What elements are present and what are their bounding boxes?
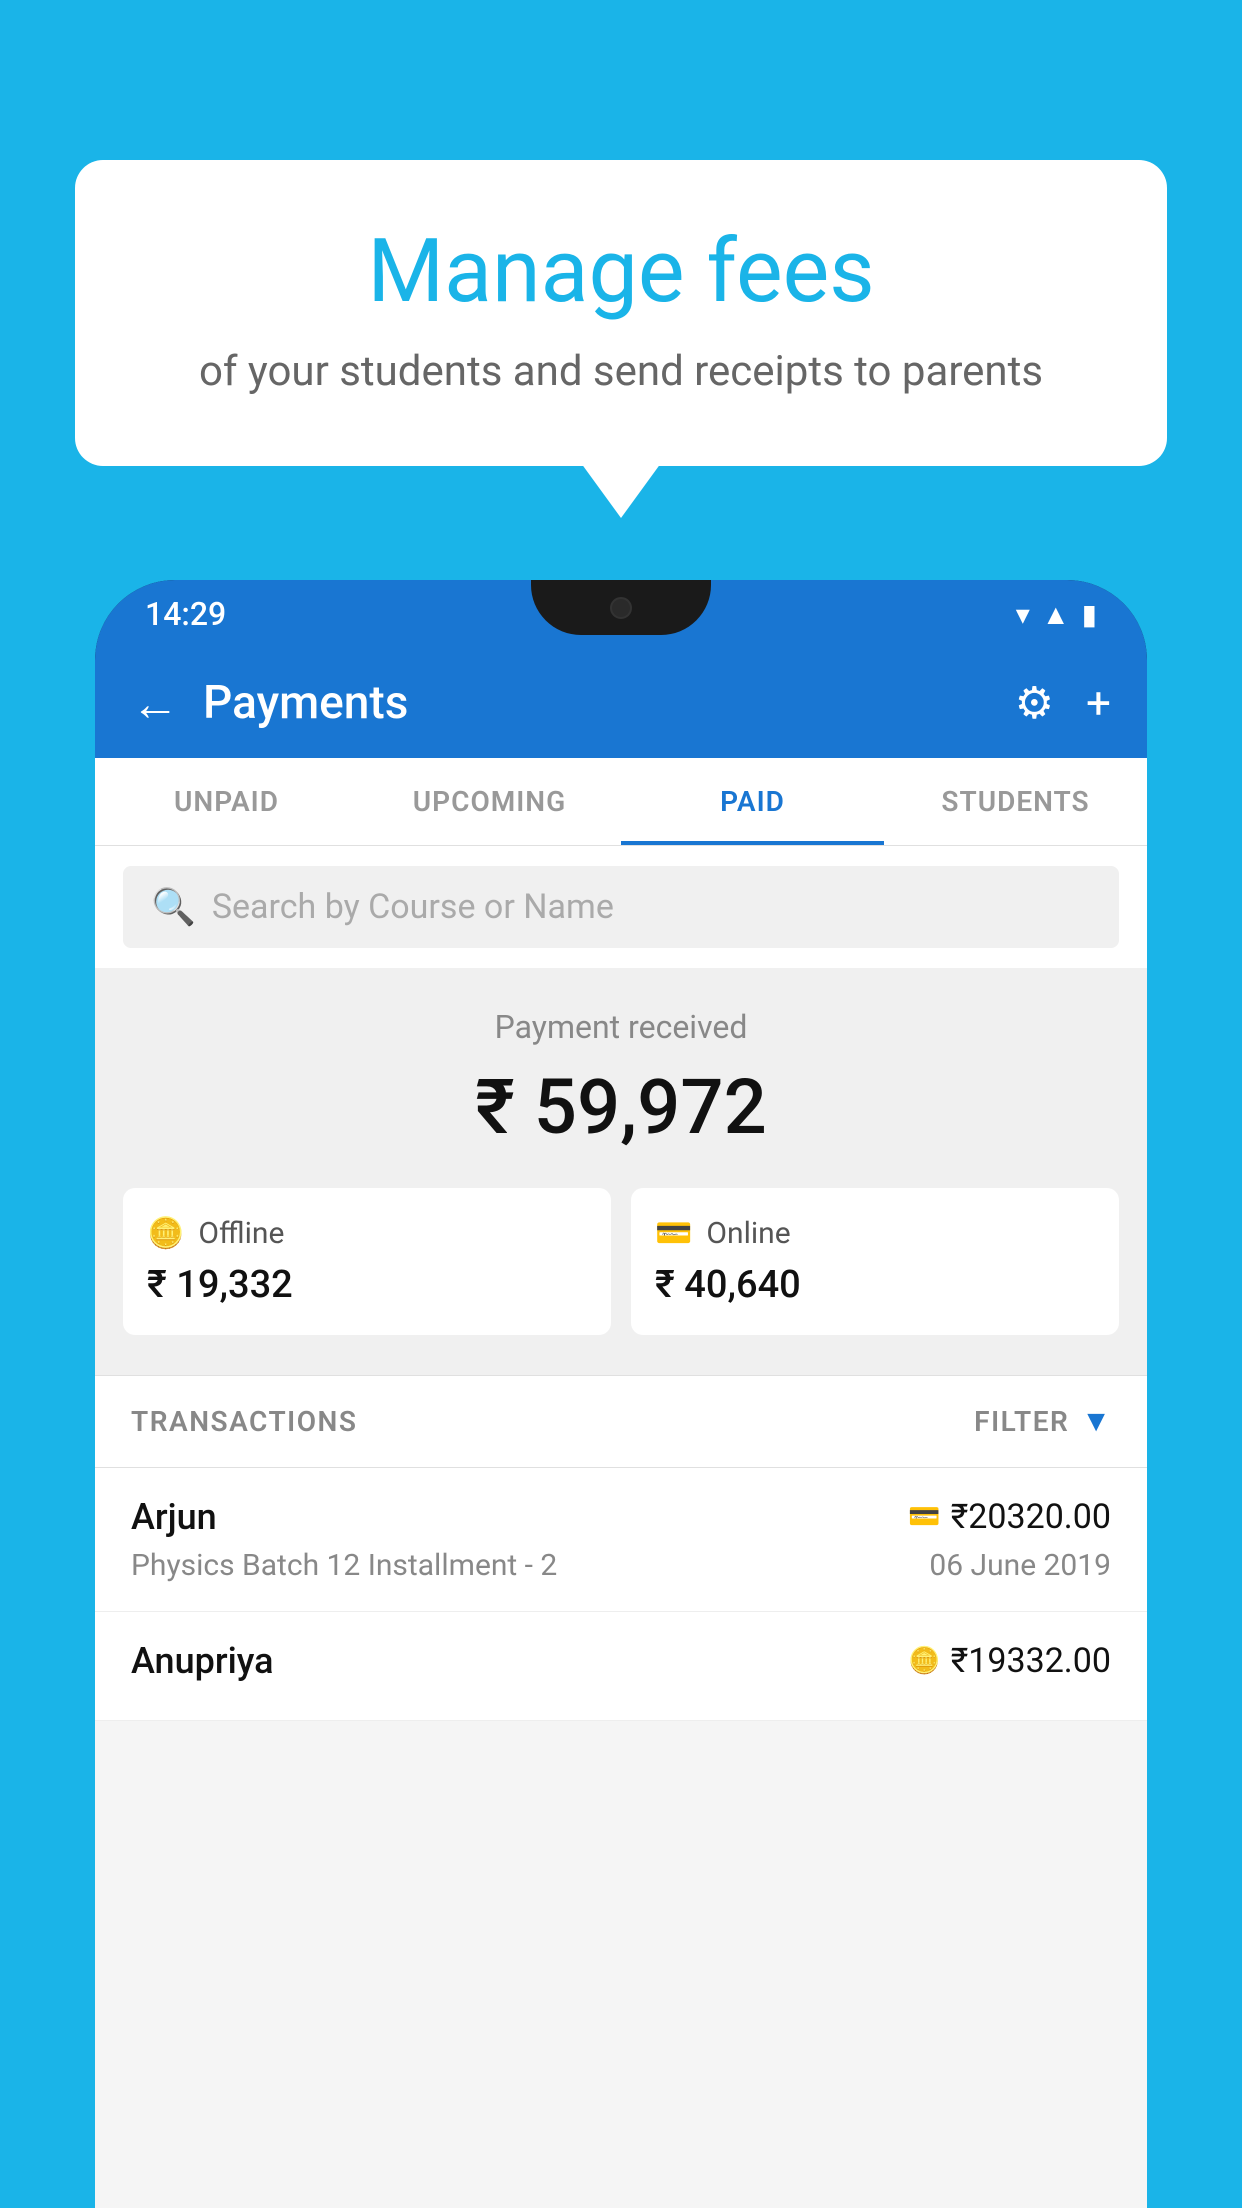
filter-icon: ▼ — [1081, 1404, 1111, 1439]
cash-icon: 🪙 — [908, 1646, 940, 1676]
app-bar-actions: ⚙ + — [1015, 677, 1111, 729]
offline-card-header: 🪙 Offline — [147, 1216, 284, 1251]
phone-frame: 14:29 ▾ ▲ ▮ ← Payments ⚙ + UNPAID UPCOMI… — [95, 580, 1147, 2208]
status-time: 14:29 — [145, 595, 226, 633]
speech-bubble: Manage fees of your students and send re… — [75, 160, 1167, 466]
transaction-amount: ₹19332.00 — [951, 1641, 1111, 1681]
transactions-header: TRANSACTIONS FILTER ▼ — [95, 1376, 1147, 1468]
content-area: 🔍 Search by Course or Name Payment recei… — [95, 846, 1147, 2208]
payment-cards: 🪙 Offline ₹ 19,332 💳 Online ₹ 40,640 — [123, 1188, 1119, 1335]
online-amount: ₹ 40,640 — [655, 1263, 801, 1307]
filter-button[interactable]: FILTER ▼ — [974, 1404, 1111, 1439]
online-label: Online — [706, 1216, 790, 1251]
add-icon[interactable]: + — [1086, 677, 1111, 729]
transaction-row[interactable]: Anupriya 🪙 ₹19332.00 — [95, 1612, 1147, 1721]
transaction-amount-wrap: 💳 ₹20320.00 — [908, 1497, 1111, 1537]
phone-notch — [531, 580, 711, 635]
transaction-top: Anupriya 🪙 ₹19332.00 — [131, 1640, 1111, 1682]
search-container: 🔍 Search by Course or Name — [95, 846, 1147, 968]
filter-label: FILTER — [974, 1405, 1069, 1438]
search-box[interactable]: 🔍 Search by Course or Name — [123, 866, 1119, 948]
tab-students[interactable]: STUDENTS — [884, 758, 1147, 845]
settings-icon[interactable]: ⚙ — [1015, 677, 1054, 729]
online-card: 💳 Online ₹ 40,640 — [631, 1188, 1119, 1335]
transaction-name: Anupriya — [131, 1640, 274, 1682]
wifi-icon: ▾ — [1016, 598, 1030, 631]
offline-label: Offline — [198, 1216, 284, 1251]
online-icon: 💳 — [655, 1216, 692, 1251]
search-placeholder: Search by Course or Name — [212, 887, 614, 927]
transaction-course: Physics Batch 12 Installment - 2 — [131, 1548, 557, 1583]
offline-icon: 🪙 — [147, 1216, 184, 1251]
tab-bar: UNPAID UPCOMING PAID STUDENTS — [95, 758, 1147, 846]
offline-card: 🪙 Offline ₹ 19,332 — [123, 1188, 611, 1335]
payment-summary: Payment received ₹ 59,972 🪙 Offline ₹ 19… — [95, 968, 1147, 1376]
card-icon: 💳 — [908, 1502, 940, 1532]
transaction-top: Arjun 💳 ₹20320.00 — [131, 1496, 1111, 1538]
transaction-date: 06 June 2019 — [929, 1548, 1111, 1583]
app-bar-title: Payments — [203, 676, 991, 730]
tab-paid[interactable]: PAID — [621, 758, 884, 845]
tab-unpaid[interactable]: UNPAID — [95, 758, 358, 845]
transaction-amount-wrap: 🪙 ₹19332.00 — [908, 1641, 1111, 1681]
tab-upcoming[interactable]: UPCOMING — [358, 758, 621, 845]
online-card-header: 💳 Online — [655, 1216, 791, 1251]
signal-icon: ▲ — [1042, 598, 1070, 631]
offline-amount: ₹ 19,332 — [147, 1263, 293, 1307]
payment-received-label: Payment received — [123, 1008, 1119, 1046]
bubble-subtitle: of your students and send receipts to pa… — [135, 347, 1107, 396]
phone-screen: 14:29 ▾ ▲ ▮ ← Payments ⚙ + UNPAID UPCOMI… — [95, 580, 1147, 2208]
front-camera — [610, 597, 632, 619]
bubble-title: Manage fees — [135, 220, 1107, 323]
status-icons: ▾ ▲ ▮ — [1016, 598, 1097, 631]
transaction-bottom: Physics Batch 12 Installment - 2 06 June… — [131, 1548, 1111, 1583]
app-bar: ← Payments ⚙ + — [95, 648, 1147, 758]
payment-amount: ₹ 59,972 — [123, 1062, 1119, 1152]
transaction-amount: ₹20320.00 — [951, 1497, 1111, 1537]
search-icon: 🔍 — [151, 886, 196, 928]
transaction-name: Arjun — [131, 1496, 217, 1538]
transaction-row[interactable]: Arjun 💳 ₹20320.00 Physics Batch 12 Insta… — [95, 1468, 1147, 1612]
back-button[interactable]: ← — [131, 675, 179, 732]
transactions-label: TRANSACTIONS — [131, 1405, 357, 1438]
battery-icon: ▮ — [1082, 598, 1097, 631]
